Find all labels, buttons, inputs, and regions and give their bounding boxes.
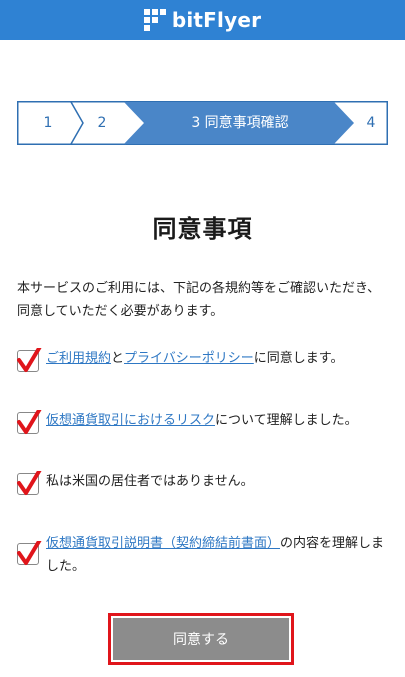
step-1: 1	[43, 115, 53, 131]
terms-privacy-checkbox[interactable]	[17, 348, 42, 372]
app-header: bitFlyer	[0, 0, 405, 40]
agree-button[interactable]: 同意する	[113, 618, 289, 660]
us-resident-checkbox[interactable]	[17, 471, 42, 495]
risk-checkbox[interactable]	[17, 410, 42, 434]
agreement-terms-privacy: ご利用規約とプライバシーポリシーに同意します。	[17, 347, 389, 373]
terms-privacy-label: ご利用規約とプライバシーポリシーに同意します。	[46, 347, 389, 370]
check-icon	[17, 541, 42, 565]
brand-name: bitFlyer	[171, 8, 262, 32]
step-4: 4	[366, 115, 376, 131]
step-2: 2	[97, 115, 107, 131]
privacy-policy-link[interactable]: プライバシーポリシー	[124, 351, 254, 366]
bitflyer-logo[interactable]: bitFlyer	[143, 8, 262, 32]
explanation-checkbox[interactable]	[17, 541, 42, 565]
agreement-explanation: 仮想通貨取引説明書（契約締結前書面）の内容を理解しました。	[17, 532, 389, 580]
terms-privacy-sep: と	[111, 351, 125, 366]
progress-stepper: 1 2 3 同意事項確認 4	[17, 101, 388, 145]
intro-text: 本サービスのご利用には、下記の各規約等をご確認いただき、同意していただく必要があ…	[17, 281, 381, 319]
step-3-current: 3 同意事項確認	[191, 115, 289, 131]
agreement-risk: 仮想通貨取引におけるリスクについて理解しました。	[17, 409, 389, 435]
terms-privacy-suffix: に同意します。	[253, 351, 344, 366]
risk-label: 仮想通貨取引におけるリスクについて理解しました。	[46, 409, 389, 432]
risk-link[interactable]: 仮想通貨取引におけるリスク	[46, 413, 215, 428]
us-resident-label: 私は米国の居住者ではありません。	[46, 474, 254, 489]
terms-link[interactable]: ご利用規約	[46, 351, 111, 366]
bitflyer-logo-icon	[143, 9, 166, 31]
risk-suffix: について理解しました。	[215, 413, 358, 428]
explanation-label: 仮想通貨取引説明書（契約締結前書面）の内容を理解しました。	[46, 532, 389, 578]
check-icon	[17, 471, 42, 495]
explanation-link[interactable]: 仮想通貨取引説明書（契約締結前書面）	[46, 536, 280, 551]
check-icon	[17, 410, 42, 434]
agreement-us-resident: 私は米国の居住者ではありません。	[17, 470, 389, 496]
page-title: 同意事項	[152, 215, 253, 244]
check-icon	[17, 348, 42, 372]
submit-highlight-frame: 同意する	[108, 613, 294, 665]
